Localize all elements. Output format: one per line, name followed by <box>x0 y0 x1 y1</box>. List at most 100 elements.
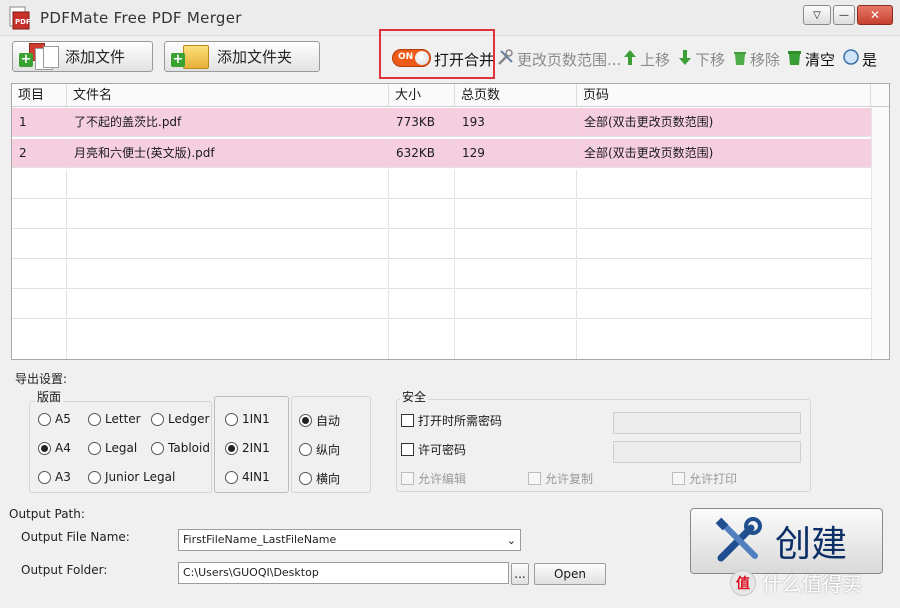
radio-button <box>225 412 238 426</box>
output-settings-title: 导出设置: <box>15 372 68 386</box>
create-label: 创建 <box>775 524 848 565</box>
yes-button[interactable]: 是 <box>843 49 877 69</box>
radio-button <box>88 412 101 426</box>
output-file-name-label: Output File Name: <box>21 530 130 544</box>
remove-button[interactable]: 移除 <box>733 49 780 69</box>
cell-total-pages: 129 <box>455 139 577 168</box>
checkbox <box>401 443 414 456</box>
close-button[interactable]: ✕ <box>857 5 893 25</box>
nup-option-2in1[interactable]: 2IN1 <box>225 441 270 455</box>
watermark: 值 什么值得买 <box>730 568 862 597</box>
watermark-text: 什么值得买 <box>762 572 862 596</box>
layout-option-a4[interactable]: A4 <box>38 441 71 455</box>
open-password-checkbox[interactable]: 打开时所需密码 <box>401 412 502 429</box>
cell-page-range: 全部(双击更改页数范围) <box>584 146 714 160</box>
allow-edit-checkbox[interactable]: 允许编辑 <box>401 470 466 487</box>
radio-button <box>38 470 51 484</box>
empty-row <box>12 170 871 199</box>
empty-row <box>12 230 871 259</box>
radio-button <box>151 412 164 426</box>
window-menu-button[interactable]: ▽ <box>803 5 831 25</box>
cell-file-name: 月亮和六便士(英文版).pdf <box>67 139 389 168</box>
add-folder-label: 添加文件夹 <box>217 48 293 66</box>
file-list-table[interactable]: 项目 文件名 大小 总页数 页码 1 了不起的盖茨比.pdf 773KB 193… <box>11 83 890 360</box>
column-header-index[interactable]: 项目 <box>12 84 67 107</box>
cell-size: 773KB <box>389 108 455 137</box>
column-header-size[interactable]: 大小 <box>389 84 455 107</box>
open-folder-button[interactable]: Open <box>534 563 606 585</box>
column-header-spacer <box>871 84 889 107</box>
allow-print-checkbox[interactable]: 允许打印 <box>672 470 737 487</box>
permission-password-input[interactable] <box>613 441 801 463</box>
allow-copy-checkbox[interactable]: 允许复制 <box>528 470 593 487</box>
toggle-state-label: ON <box>398 52 414 62</box>
cell-size: 632KB <box>389 139 455 168</box>
checkbox <box>401 414 414 427</box>
pdfmate-logo-icon: PDF <box>8 6 31 30</box>
column-header-total-pages[interactable]: 总页数 <box>455 84 577 107</box>
column-header-page-range[interactable]: 页码 <box>577 84 871 107</box>
permission-password-checkbox[interactable]: 许可密码 <box>401 441 466 458</box>
move-up-button[interactable]: 上移 <box>623 49 670 69</box>
recycle-bin-icon <box>733 49 747 70</box>
empty-row <box>12 200 871 229</box>
radio-button <box>38 412 51 426</box>
empty-row <box>12 290 871 319</box>
add-folder-icon: + <box>171 43 211 71</box>
cell-file-name: 了不起的盖茨比.pdf <box>67 108 389 137</box>
svg-text:PDF: PDF <box>15 18 30 26</box>
output-folder-input[interactable]: C:\Users\GUOQI\Desktop <box>178 562 509 584</box>
toggle-knob <box>415 51 429 65</box>
radio-button <box>88 441 101 455</box>
orientation-option-auto[interactable]: 自动 <box>299 412 340 429</box>
checkbox <box>528 472 541 485</box>
cell-page-range: 全部(双击更改页数范围) <box>584 115 714 129</box>
security-legend: 安全 <box>400 388 429 405</box>
orientation-option-landscape[interactable]: 横向 <box>299 470 340 487</box>
layout-option-legal[interactable]: Legal <box>88 441 137 455</box>
merge-toggle[interactable]: ON <box>392 49 431 67</box>
radio-button-selected <box>299 414 312 427</box>
radio-button <box>299 443 312 456</box>
layout-option-a5[interactable]: A5 <box>38 412 71 426</box>
vertical-scrollbar[interactable] <box>871 107 889 359</box>
layout-option-junior-legal[interactable]: Junior Legal <box>88 470 175 484</box>
watermark-logo-icon: 值 <box>730 569 756 596</box>
clear-button[interactable]: 清空 <box>787 49 835 69</box>
radio-button <box>151 441 164 455</box>
layout-option-ledger[interactable]: Ledger <box>151 412 209 426</box>
add-file-button[interactable]: + 添加文件 <box>12 41 153 72</box>
open-password-input[interactable] <box>613 412 801 434</box>
table-row[interactable]: 1 了不起的盖茨比.pdf 773KB 193 全部(双击更改页数范围) <box>12 108 871 137</box>
arrow-up-icon <box>623 49 637 70</box>
minimize-button[interactable]: — <box>833 5 855 25</box>
output-file-name-select[interactable]: FirstFileName_LastFileName ⌄ <box>178 529 521 551</box>
change-page-range-button[interactable]: 更改页数范围... <box>497 48 621 69</box>
orientation-option-portrait[interactable]: 纵向 <box>299 441 340 458</box>
nup-option-4in1[interactable]: 4IN1 <box>225 470 270 484</box>
cell-index: 1 <box>12 108 67 137</box>
add-file-icon: + <box>19 42 59 71</box>
column-header-file-name[interactable]: 文件名 <box>67 84 389 107</box>
nup-option-1in1[interactable]: 1IN1 <box>225 412 270 426</box>
compass-icon <box>843 49 859 69</box>
radio-button-selected <box>38 441 51 455</box>
radio-button <box>88 470 101 484</box>
layout-option-tabloid[interactable]: Tabloid <box>151 441 210 455</box>
move-down-button[interactable]: 下移 <box>678 49 725 69</box>
layout-option-letter[interactable]: Letter <box>88 412 141 426</box>
layout-option-a3[interactable]: A3 <box>38 470 71 484</box>
minimize-icon: — <box>839 9 849 21</box>
window-title: PDFMate Free PDF Merger <box>40 9 242 27</box>
create-button[interactable]: 创建 <box>690 508 883 574</box>
chevron-down-icon: ⌄ <box>506 534 516 547</box>
layout-legend: 版面 <box>35 388 64 405</box>
browse-folder-button[interactable]: ... <box>511 563 529 585</box>
table-row[interactable]: 2 月亮和六便士(英文版).pdf 632KB 129 全部(双击更改页数范围) <box>12 139 871 168</box>
merge-label[interactable]: 打开合并 <box>434 49 494 70</box>
close-icon: ✕ <box>869 8 881 22</box>
checkbox <box>672 472 685 485</box>
add-folder-button[interactable]: + 添加文件夹 <box>164 41 320 72</box>
arrow-down-icon <box>678 49 692 70</box>
checkbox <box>401 472 414 485</box>
